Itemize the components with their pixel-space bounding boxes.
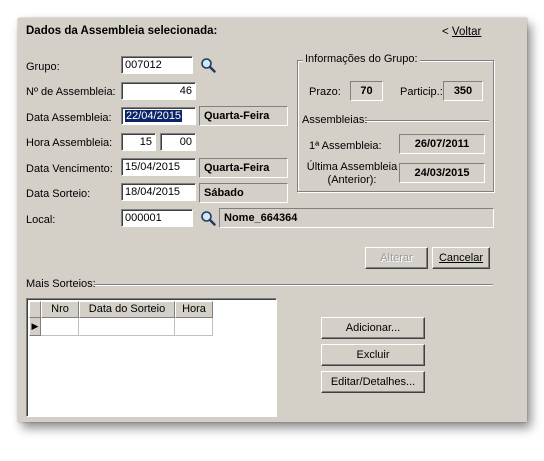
primeira-assembleia-label: 1ª Assembleia: [309,140,382,152]
grupo-input[interactable]: 007012 [121,56,193,74]
numero-assembleia-label: Nº de Assembleia: [26,86,116,98]
page-title: Dados da Assembleia selecionada: [26,25,218,37]
grid-indicator-header [29,301,41,318]
alterar-button[interactable]: Alterar [365,247,428,269]
particip-value: 350 [443,81,483,101]
data-vencimento-input[interactable]: 15/04/2015 [121,158,196,176]
data-assembleia-label: Data Assembleia: [26,112,112,124]
chevron-left-icon: < [442,26,449,38]
data-vencimento-label: Data Vencimento: [26,163,113,175]
ultima-assembleia-label-line2: (Anterior): [327,174,377,186]
grupo-info-title: Informações do Grupo: [303,53,420,65]
minuto-input[interactable]: 00 [160,133,196,151]
grid-cell-nro[interactable] [41,318,79,336]
primeira-assembleia-value: 26/07/2011 [399,134,485,154]
data-vencimento-weekday: Quarta-Feira [199,158,288,178]
data-assembleia-selected-text: 22/04/2015 [125,110,183,122]
back-label: Voltar [451,26,482,38]
hora-input[interactable]: 15 [121,133,156,151]
assembleias-divider [365,120,489,122]
grid-cell-hora[interactable] [175,318,213,336]
grid-cell-data-sorteio[interactable] [79,318,175,336]
ultima-assembleia-value: 24/03/2015 [399,163,485,183]
editar-detalhes-button[interactable]: Editar/Detalhes... [321,371,425,393]
search-icon[interactable] [200,210,216,226]
cancelar-button[interactable]: Cancelar [432,247,490,269]
mais-sorteios-divider [94,284,493,286]
grid-header-nro[interactable]: Nro [41,301,79,318]
prazo-value: 70 [350,81,383,101]
local-name: Nome_664364 [219,208,494,228]
dialog-panel: Dados da Assembleia selecionada: < Volta… [18,18,527,422]
cancelar-label: Cancelar [438,252,484,264]
search-icon[interactable] [200,57,216,73]
data-sorteio-label: Data Sorteio: [26,188,91,200]
data-assembleia-input[interactable]: 22/04/2015 [121,107,196,125]
assembleias-title: Assembleias: [302,114,368,126]
particip-label: Particip.: [400,86,443,98]
local-input[interactable]: 000001 [121,209,193,227]
grid-header-hora[interactable]: Hora [175,301,213,318]
mais-sorteios-title: Mais Sorteios: [26,278,96,290]
excluir-button[interactable]: Excluir [321,344,425,366]
data-assembleia-weekday: Quarta-Feira [199,106,288,126]
prazo-label: Prazo: [309,86,341,98]
numero-assembleia-input[interactable]: 46 [121,82,196,100]
data-sorteio-input[interactable]: 18/04/2015 [121,183,196,201]
back-link[interactable]: < Voltar [442,26,481,38]
hora-assembleia-label: Hora Assembleia: [26,137,113,149]
row-pointer-icon: ▶ [29,318,41,336]
grupo-label: Grupo: [26,61,60,73]
data-sorteio-weekday: Sábado [199,183,288,203]
grid-header-data-sorteio[interactable]: Data do Sorteio [79,301,175,318]
ultima-assembleia-label: Última Assembleia (Anterior): [306,161,398,187]
adicionar-button[interactable]: Adicionar... [321,317,425,339]
local-label: Local: [26,214,56,226]
sorteios-grid[interactable]: Nro Data do Sorteio Hora ▶ [26,298,277,417]
ultima-assembleia-label-line1: Última Assembleia [306,161,398,173]
